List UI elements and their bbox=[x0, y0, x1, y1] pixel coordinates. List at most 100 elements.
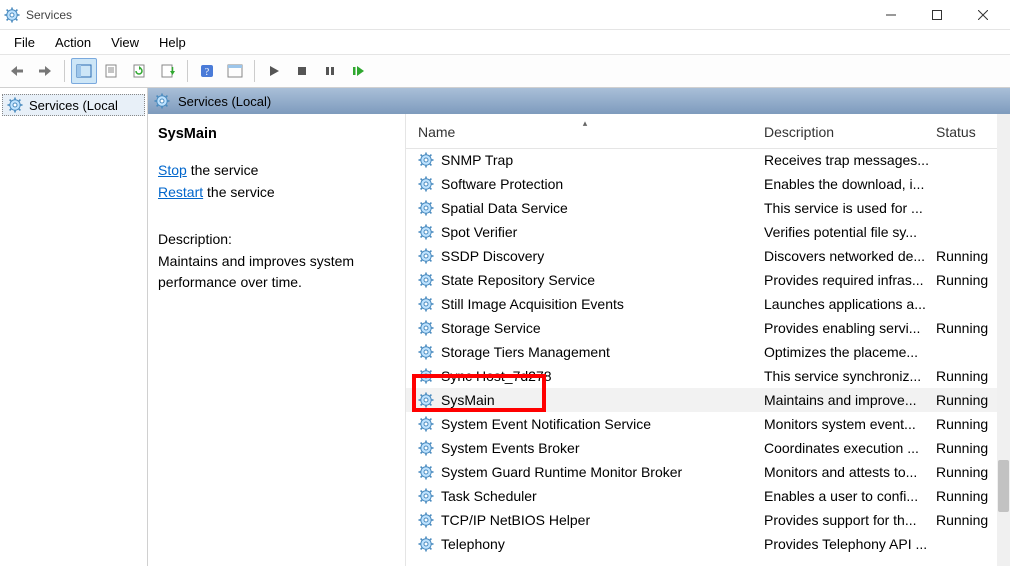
service-description: Discovers networked de... bbox=[764, 248, 936, 264]
service-name: Storage Service bbox=[441, 320, 541, 336]
gear-icon bbox=[418, 296, 434, 312]
service-row[interactable]: Sync Host_7d278 This service synchroniz..… bbox=[406, 364, 1010, 388]
gear-icon bbox=[418, 464, 434, 480]
service-name: Still Image Acquisition Events bbox=[441, 296, 624, 312]
service-name: State Repository Service bbox=[441, 272, 595, 288]
description-text: Maintains and improves system performanc… bbox=[158, 251, 395, 292]
console-tree[interactable]: Services (Local bbox=[0, 88, 148, 566]
stop-service-link[interactable]: Stop bbox=[158, 162, 187, 178]
stop-tail: the service bbox=[187, 162, 259, 178]
service-name: Telephony bbox=[441, 536, 505, 552]
service-name: Task Scheduler bbox=[441, 488, 537, 504]
service-description: Provides enabling servi... bbox=[764, 320, 936, 336]
service-row[interactable]: SSDP DiscoveryDiscovers networked de...R… bbox=[406, 244, 1010, 268]
menu-help[interactable]: Help bbox=[149, 32, 196, 53]
service-name: Storage Tiers Management bbox=[441, 344, 610, 360]
service-row[interactable]: Spatial Data ServiceThis service is used… bbox=[406, 196, 1010, 220]
service-name: TCP/IP NetBIOS Helper bbox=[441, 512, 590, 528]
app-icon bbox=[4, 7, 20, 23]
gear-icon bbox=[418, 344, 434, 360]
service-row[interactable]: TCP/IP NetBIOS Helper Provides support fo… bbox=[406, 508, 1010, 532]
service-row[interactable]: System Events BrokerCoordinates executio… bbox=[406, 436, 1010, 460]
service-row[interactable]: Spot VerifierVerifies potential file sy.… bbox=[406, 220, 1010, 244]
service-description: Provides support for th... bbox=[764, 512, 936, 528]
nav-back-button[interactable] bbox=[4, 58, 30, 84]
action-button[interactable] bbox=[222, 58, 248, 84]
show-hide-tree-button[interactable] bbox=[71, 58, 97, 84]
gear-icon bbox=[418, 320, 434, 336]
gear-icon bbox=[418, 368, 434, 384]
vertical-scrollbar[interactable] bbox=[997, 114, 1010, 566]
start-service-button[interactable] bbox=[261, 58, 287, 84]
service-description: This service synchroniz... bbox=[764, 368, 936, 384]
tree-node-services-local[interactable]: Services (Local bbox=[2, 94, 145, 116]
service-name: System Guard Runtime Monitor Broker bbox=[441, 464, 682, 480]
detail-header: Services (Local) bbox=[148, 88, 1010, 114]
stop-service-button[interactable] bbox=[289, 58, 315, 84]
help-button[interactable]: ? bbox=[194, 58, 220, 84]
toolbar-sep bbox=[254, 60, 255, 82]
window-title: Services bbox=[26, 8, 868, 22]
minimize-button[interactable] bbox=[868, 0, 914, 30]
gear-icon bbox=[418, 272, 434, 288]
detail-header-title: Services (Local) bbox=[178, 94, 271, 109]
menu-bar: File Action View Help bbox=[0, 30, 1010, 54]
service-row[interactable]: Telephony Provides Telephony API ... bbox=[406, 532, 1010, 556]
gear-icon bbox=[418, 392, 434, 408]
menu-file[interactable]: File bbox=[4, 32, 45, 53]
gear-icon bbox=[418, 512, 434, 528]
service-row[interactable]: Storage Service Provides enabling servi..… bbox=[406, 316, 1010, 340]
gear-icon bbox=[418, 536, 434, 552]
service-row[interactable]: Still Image Acquisition EventsLaunches a… bbox=[406, 292, 1010, 316]
toolbar-sep bbox=[187, 60, 188, 82]
service-description: Provides Telephony API ... bbox=[764, 536, 936, 552]
service-name: Sync Host_7d278 bbox=[441, 368, 552, 384]
refresh-button[interactable] bbox=[127, 58, 153, 84]
title-bar: Services bbox=[0, 0, 1010, 30]
service-description: Optimizes the placeme... bbox=[764, 344, 936, 360]
description-heading: Description: bbox=[158, 231, 395, 247]
service-name: System Event Notification Service bbox=[441, 416, 651, 432]
gear-icon bbox=[418, 224, 434, 240]
maximize-button[interactable] bbox=[914, 0, 960, 30]
gear-icon bbox=[418, 176, 434, 192]
nav-forward-button[interactable] bbox=[32, 58, 58, 84]
service-row[interactable]: State Repository ServiceProvides require… bbox=[406, 268, 1010, 292]
service-row[interactable]: Task Scheduler Enables a user to confi...… bbox=[406, 484, 1010, 508]
export-list-button[interactable] bbox=[155, 58, 181, 84]
service-list: ▴ Name Description Status SNMP TrapRecei… bbox=[406, 114, 1010, 566]
service-description: Verifies potential file sy... bbox=[764, 224, 936, 240]
toolbar: ? bbox=[0, 54, 1010, 88]
pause-service-button[interactable] bbox=[317, 58, 343, 84]
gear-icon bbox=[418, 152, 434, 168]
service-name: System Events Broker bbox=[441, 440, 580, 456]
column-header-name[interactable]: ▴ Name bbox=[406, 124, 764, 140]
properties-button[interactable] bbox=[99, 58, 125, 84]
sort-indicator-icon: ▴ bbox=[583, 118, 588, 129]
selected-service-name: SysMain bbox=[158, 126, 395, 142]
service-row[interactable]: System Event Notification Service Monitor… bbox=[406, 412, 1010, 436]
menu-action[interactable]: Action bbox=[45, 32, 101, 53]
service-row[interactable]: Software ProtectionEnables the download,… bbox=[406, 172, 1010, 196]
gear-icon bbox=[418, 200, 434, 216]
restart-service-link[interactable]: Restart bbox=[158, 184, 203, 200]
gear-icon bbox=[418, 248, 434, 264]
menu-view[interactable]: View bbox=[101, 32, 149, 53]
gear-icon bbox=[418, 488, 434, 504]
description-pane: SysMain Stop the service Restart the ser… bbox=[148, 114, 406, 566]
service-name: Spatial Data Service bbox=[441, 200, 568, 216]
restart-service-button[interactable] bbox=[345, 58, 371, 84]
gear-icon bbox=[7, 97, 23, 113]
service-description: Enables a user to confi... bbox=[764, 488, 936, 504]
service-name: SNMP Trap bbox=[441, 152, 513, 168]
service-row[interactable]: System Guard Runtime Monitor Broker Monit… bbox=[406, 460, 1010, 484]
column-header-description[interactable]: Description bbox=[764, 124, 936, 140]
service-name: Software Protection bbox=[441, 176, 563, 192]
service-description: Monitors and attests to... bbox=[764, 464, 936, 480]
scrollbar-thumb[interactable] bbox=[998, 460, 1009, 512]
service-row[interactable]: SysMainMaintains and improve...Running bbox=[406, 388, 1010, 412]
service-description: Monitors system event... bbox=[764, 416, 936, 432]
service-row[interactable]: Storage Tiers Management Optimizes the pl… bbox=[406, 340, 1010, 364]
close-button[interactable] bbox=[960, 0, 1006, 30]
service-row[interactable]: SNMP TrapReceives trap messages... bbox=[406, 148, 1010, 172]
